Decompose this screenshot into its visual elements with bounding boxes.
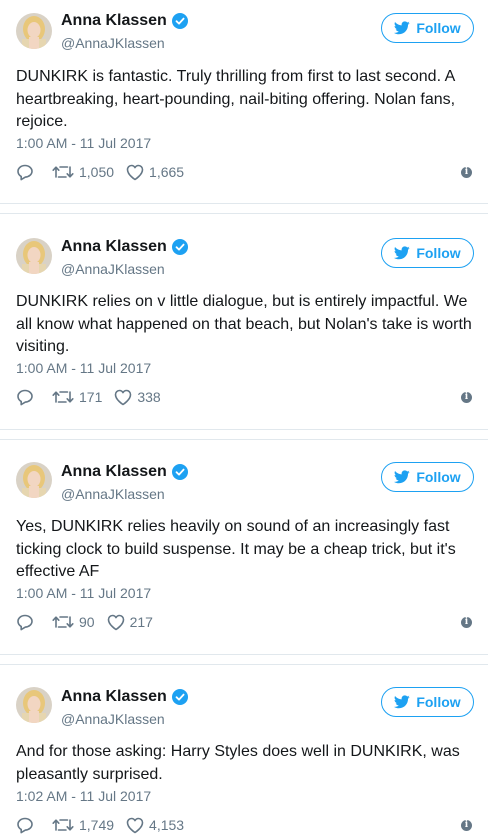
retweet-button[interactable]: 1,749 [52, 817, 114, 833]
reply-icon [17, 389, 33, 406]
author-row: Anna Klassen [61, 12, 188, 30]
reply-button[interactable] [16, 388, 34, 406]
author-name[interactable]: Anna Klassen [61, 463, 167, 481]
tweet-timestamp[interactable]: 1:00 AM - 11 Jul 2017 [16, 135, 151, 151]
retweet-button[interactable]: 1,050 [52, 164, 114, 180]
follow-button[interactable]: Follow [381, 13, 474, 43]
author-handle[interactable]: @AnnaJKlassen [61, 35, 165, 51]
heart-icon [107, 614, 124, 630]
tweet-text: DUNKIRK is fantastic. Truly thrilling fr… [16, 68, 456, 130]
follow-button[interactable]: Follow [381, 687, 474, 717]
follow-button[interactable]: Follow [381, 462, 474, 492]
avatar[interactable] [16, 238, 52, 274]
like-button[interactable]: 338 [114, 389, 161, 406]
retweet-count: 171 [79, 389, 103, 405]
tweet-actions: 171 338 [16, 388, 161, 406]
retweet-count: 1,050 [79, 164, 115, 180]
like-count: 338 [137, 389, 161, 405]
tweet-separator [0, 429, 488, 440]
avatar[interactable] [16, 462, 52, 498]
tweet-text: And for those asking: Harry Styles does … [16, 743, 460, 783]
like-button[interactable]: 217 [107, 614, 153, 631]
reply-button[interactable] [16, 613, 34, 631]
author-row: Anna Klassen [61, 463, 188, 481]
retweet-icon [52, 391, 74, 403]
author-handle[interactable]: @AnnaJKlassen [61, 261, 165, 277]
tweet-card: Anna Klassen @AnnaJKlassen Follow And fo… [0, 665, 488, 840]
author-handle[interactable]: @AnnaJKlassen [61, 711, 165, 727]
heart-icon [126, 817, 144, 833]
retweet-button[interactable]: 171 [52, 389, 102, 405]
reply-button[interactable] [16, 163, 34, 181]
verified-badge-icon [171, 239, 188, 255]
author-name[interactable]: Anna Klassen [61, 12, 167, 30]
author-handle[interactable]: @AnnaJKlassen [61, 486, 165, 502]
tweet-text: DUNKIRK relies on v little dialogue, but… [16, 293, 472, 355]
like-count: 4,153 [149, 817, 185, 833]
info-icon[interactable]: i [461, 617, 472, 628]
reply-button[interactable] [16, 816, 34, 834]
verified-badge-icon [171, 689, 188, 705]
follow-button[interactable]: Follow [381, 238, 474, 268]
author-row: Anna Klassen [61, 238, 188, 256]
like-count: 1,665 [149, 164, 185, 180]
info-icon[interactable]: i [461, 167, 472, 178]
tweet-timestamp[interactable]: 1:00 AM - 11 Jul 2017 [16, 360, 151, 376]
author-name[interactable]: Anna Klassen [61, 238, 167, 256]
heart-icon [115, 389, 132, 405]
heart-icon [126, 164, 144, 180]
follow-label: Follow [416, 694, 461, 710]
like-button[interactable]: 1,665 [126, 164, 184, 181]
info-icon[interactable]: i [461, 820, 472, 831]
tweet-text: Yes, DUNKIRK relies heavily on sound of … [16, 518, 456, 580]
retweet-icon [52, 166, 74, 178]
tweet-actions: 1,749 4,153 [16, 816, 184, 834]
twitter-bird-icon [394, 470, 411, 484]
author-row: Anna Klassen [61, 688, 188, 706]
author-name[interactable]: Anna Klassen [61, 688, 167, 706]
follow-label: Follow [416, 245, 461, 261]
tweet-card: Anna Klassen @AnnaJKlassen Follow DUNKIR… [0, 0, 488, 214]
tweet-timestamp[interactable]: 1:00 AM - 11 Jul 2017 [16, 585, 151, 601]
tweet-timestamp[interactable]: 1:02 AM - 11 Jul 2017 [16, 788, 151, 804]
retweet-button[interactable]: 90 [52, 614, 95, 630]
reply-icon [17, 817, 33, 834]
verified-badge-icon [171, 13, 188, 29]
tweet-separator [0, 654, 488, 665]
twitter-bird-icon [394, 695, 411, 709]
tweet-card: Anna Klassen @AnnaJKlassen Follow DUNKIR… [0, 214, 488, 428]
follow-label: Follow [416, 469, 461, 485]
verified-badge-icon [171, 464, 188, 480]
tweet-actions: 1,050 1,665 [16, 163, 184, 181]
reply-icon [17, 164, 33, 181]
info-icon[interactable]: i [461, 392, 472, 403]
retweet-icon [52, 819, 74, 831]
avatar[interactable] [16, 13, 52, 49]
twitter-bird-icon [394, 246, 411, 260]
tweet-card: Anna Klassen @AnnaJKlassen Follow Yes, D… [0, 440, 488, 654]
like-count: 217 [129, 614, 153, 630]
follow-label: Follow [416, 20, 461, 36]
tweet-actions: 90 217 [16, 613, 153, 631]
tweet-separator [0, 203, 488, 214]
retweet-count: 90 [79, 614, 95, 630]
avatar[interactable] [16, 687, 52, 723]
reply-icon [17, 614, 33, 631]
like-button[interactable]: 4,153 [126, 817, 184, 834]
twitter-bird-icon [394, 21, 411, 35]
retweet-count: 1,749 [79, 817, 115, 833]
retweet-icon [52, 616, 74, 628]
